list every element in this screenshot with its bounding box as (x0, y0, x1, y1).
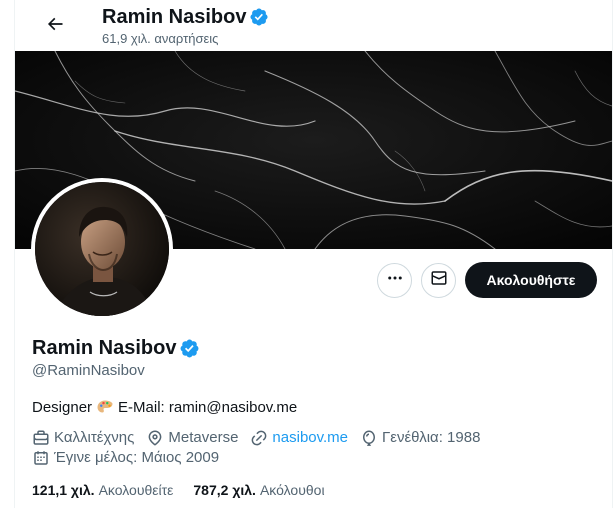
calendar-icon (34, 451, 48, 465)
verified-badge-icon[interactable] (179, 338, 200, 359)
bio-text: Designer (32, 399, 93, 416)
header-name: Ramin Nasibov (102, 6, 247, 28)
profile-birthday: Γενέθλια: 1988 (360, 429, 480, 447)
more-horizontal-icon (386, 269, 404, 292)
profile-meta-row: Καλλιτέχνης Metaverse nasibov.me Γενέθλι… (32, 429, 492, 447)
profile-join-date: Έγινε μέλος: Μάιος 2009 (32, 449, 219, 467)
category-label: Καλλιτέχνης (54, 429, 135, 446)
link-icon (252, 430, 267, 446)
profile-avatar[interactable] (31, 178, 173, 320)
verified-badge-icon[interactable] (249, 7, 269, 27)
avatar-image (35, 182, 169, 316)
briefcase-icon (33, 430, 49, 445)
more-options-button[interactable] (377, 263, 412, 298)
location-label: Metaverse (168, 429, 239, 446)
followers-link[interactable]: 787,2 χιλ. Ακόλουθοι (193, 481, 324, 499)
location-pin-icon (149, 430, 162, 446)
profile-name-row: Ramin Nasibov (32, 336, 200, 360)
follow-stats: 121,1 χιλ. Ακολουθείτε 787,2 χιλ. Ακόλου… (32, 481, 345, 499)
profile-category: Καλλιτέχνης (32, 429, 134, 447)
bio-email-text: E-Mail: ramin@nasibov.me (118, 399, 298, 416)
message-button[interactable] (421, 263, 456, 298)
posts-count: 61,9 χιλ. αναρτήσεις (102, 31, 219, 46)
profile-website[interactable]: nasibov.me (250, 429, 348, 447)
balloon-icon (363, 430, 376, 446)
follow-button[interactable]: Ακολουθήστε (465, 262, 597, 298)
birthday-label: Γενέθλια: 1988 (382, 429, 481, 446)
profile-bio: Designer E-Mail: ramin@nasibov.me (32, 398, 297, 417)
profile-location: Metaverse (146, 429, 238, 447)
header-name-row: Ramin Nasibov (102, 5, 269, 29)
profile-handle: @RaminNasibov (32, 362, 145, 379)
join-date-label: Έγινε μέλος: Μάιος 2009 (54, 449, 220, 466)
back-button[interactable] (37, 8, 73, 44)
profile-meta-row-2: Έγινε μέλος: Μάιος 2009 (32, 449, 231, 467)
website-link[interactable]: nasibov.me (272, 429, 348, 447)
following-count: 121,1 χιλ. (32, 482, 95, 498)
artist-palette-icon (96, 399, 114, 417)
following-link[interactable]: 121,1 χιλ. Ακολουθείτε (32, 481, 173, 499)
arrow-left-icon (45, 14, 65, 39)
display-name: Ramin Nasibov (32, 337, 177, 359)
envelope-icon (430, 269, 448, 292)
profile-page: Ramin Nasibov 61,9 χιλ. αναρτήσεις Ακολο… (0, 0, 614, 508)
column-border-right (612, 0, 613, 508)
following-label: Ακολουθείτε (98, 482, 174, 498)
followers-count: 787,2 χιλ. (193, 482, 256, 498)
followers-label: Ακόλουθοι (259, 482, 325, 498)
profile-header-bar: Ramin Nasibov 61,9 χιλ. αναρτήσεις (15, 0, 612, 51)
